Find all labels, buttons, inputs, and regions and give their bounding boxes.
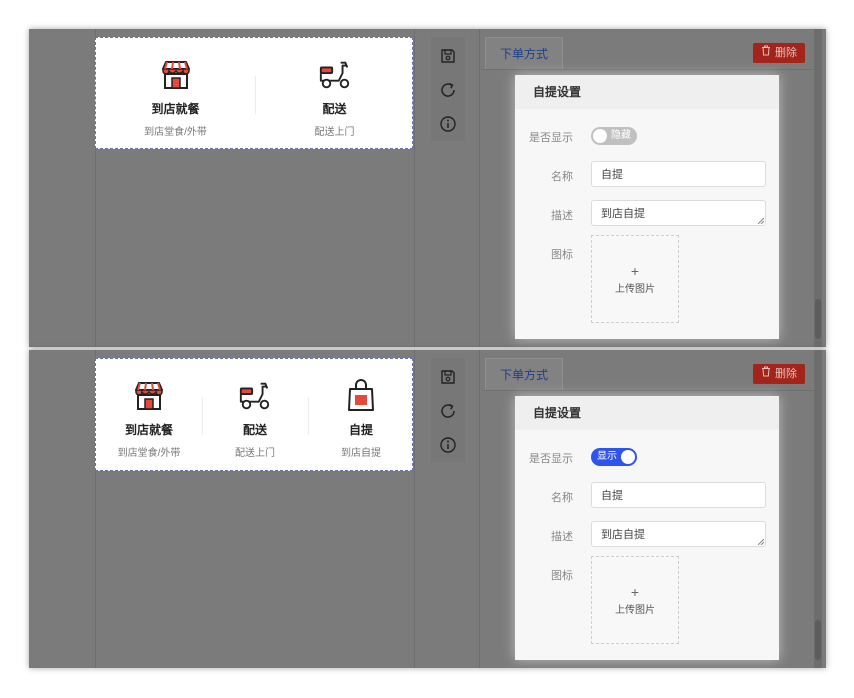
desc-textarea[interactable]: 到店自提 xyxy=(591,521,766,547)
preview-item-desc: 到店自提 xyxy=(341,448,381,459)
panel-scrollbar[interactable] xyxy=(814,29,822,347)
preview-item-desc: 到店堂食/外带 xyxy=(117,448,181,459)
trash-icon xyxy=(761,364,771,384)
name-label: 名称 xyxy=(551,492,573,504)
tab-bar: 下单方式 删除 xyxy=(482,37,822,70)
name-input[interactable] xyxy=(591,482,766,508)
tab-order-method[interactable]: 下单方式 xyxy=(485,37,564,69)
preview-item-delivery[interactable]: 配送 配送上门 xyxy=(255,38,414,148)
show-label: 是否显示 xyxy=(529,132,573,144)
upload-image-button[interactable]: + 上传图片 xyxy=(591,556,679,644)
tab-bar: 下单方式 删除 xyxy=(482,358,822,391)
toggle-text: 隐藏 xyxy=(611,130,631,141)
info-icon[interactable] xyxy=(439,436,457,454)
save-icon[interactable] xyxy=(439,47,457,65)
toggle-knob xyxy=(593,129,607,143)
upload-image-button[interactable]: + 上传图片 xyxy=(591,235,679,323)
icon-label: 图标 xyxy=(551,570,573,582)
resize-grip-icon[interactable] xyxy=(757,538,764,545)
scrollbar-thumb[interactable] xyxy=(815,620,821,660)
toggle-text: 显示 xyxy=(597,451,617,462)
icon-label: 图标 xyxy=(551,249,573,261)
preview-item-dine-in[interactable]: 到店就餐 到店堂食/外带 xyxy=(96,359,202,470)
delete-button[interactable]: 删除 xyxy=(753,43,805,63)
store-icon xyxy=(132,379,166,413)
scooter-icon xyxy=(238,379,272,413)
preview-item-name: 配送 xyxy=(242,423,267,437)
card-title: 自提设置 xyxy=(515,396,779,430)
trash-icon xyxy=(761,43,771,63)
settings-panel: 下单方式 删除 自提设置 是否显示 显示 名称 自提 描述 到店自提 图标 + … xyxy=(482,350,822,668)
delete-label: 删除 xyxy=(775,368,797,380)
show-label: 是否显示 xyxy=(529,453,573,465)
delete-button[interactable]: 删除 xyxy=(753,364,805,384)
plus-icon: + xyxy=(630,583,640,600)
preview-item-dine-in[interactable]: 到店就餐 到店堂食/外带 xyxy=(96,38,255,148)
column-guide xyxy=(479,350,480,668)
upload-label: 上传图片 xyxy=(615,604,655,616)
screenshot-after: 到店就餐 到店堂食/外带 配送 配送上门 自提 到店自提 下单方式 删除 自提设… xyxy=(29,350,826,668)
plus-icon: + xyxy=(630,262,640,279)
column-guide xyxy=(479,29,480,347)
name-input[interactable] xyxy=(591,161,766,187)
shopping-bag-icon xyxy=(344,379,378,413)
preview-item-desc: 配送上门 xyxy=(235,448,275,459)
save-icon[interactable] xyxy=(439,368,457,386)
toggle-knob xyxy=(621,450,635,464)
show-toggle[interactable]: 显示 xyxy=(591,448,637,466)
card-title: 自提设置 xyxy=(515,75,779,109)
refresh-icon[interactable] xyxy=(439,402,457,420)
pickup-settings-card: 自提设置 是否显示 隐藏 名称 描述 xyxy=(515,75,779,339)
order-method-preview[interactable]: 到店就餐 到店堂食/外带 配送 配送上门 xyxy=(95,37,413,149)
delete-label: 删除 xyxy=(775,47,797,59)
tab-order-method[interactable]: 下单方式 xyxy=(485,358,564,390)
settings-panel: 下单方式 删除 自提设置 是否显示 隐藏 名称 自提 描述 到店自提 图标 + … xyxy=(482,29,822,347)
desc-textarea[interactable]: 到店自提 xyxy=(591,200,766,226)
scrollbar-thumb[interactable] xyxy=(815,299,821,339)
scooter-icon xyxy=(318,58,352,92)
preview-item-name: 自提 xyxy=(348,423,373,437)
show-toggle[interactable]: 隐藏 xyxy=(591,127,637,145)
name-label: 名称 xyxy=(551,171,573,183)
resize-grip-icon[interactable] xyxy=(757,217,764,224)
preview-toolbar xyxy=(431,37,465,141)
store-icon xyxy=(159,58,193,92)
column-guide xyxy=(414,29,415,347)
preview-item-desc: 配送上门 xyxy=(314,127,355,138)
preview-item-name: 到店就餐 xyxy=(124,423,173,437)
desc-label: 描述 xyxy=(551,210,573,222)
info-icon[interactable] xyxy=(439,115,457,133)
preview-item-delivery[interactable]: 配送 配送上门 xyxy=(202,359,308,470)
preview-item-desc: 到店堂食/外带 xyxy=(144,127,207,138)
preview-item-name: 配送 xyxy=(322,102,347,116)
column-guide xyxy=(414,350,415,668)
screenshot-before: 到店就餐 到店堂食/外带 配送 配送上门 下单方式 删除 自提设置 是否显示 隐… xyxy=(29,29,826,347)
upload-label: 上传图片 xyxy=(615,283,655,295)
panel-scrollbar[interactable] xyxy=(814,350,822,668)
refresh-icon[interactable] xyxy=(439,81,457,99)
pickup-settings-card: 自提设置 是否显示 显示 名称 描述 xyxy=(515,396,779,660)
desc-label: 描述 xyxy=(551,531,573,543)
preview-item-pickup[interactable]: 自提 到店自提 xyxy=(308,359,414,470)
order-method-preview[interactable]: 到店就餐 到店堂食/外带 配送 配送上门 xyxy=(95,358,413,471)
preview-item-name: 到店就餐 xyxy=(151,102,200,116)
preview-toolbar xyxy=(431,358,465,462)
